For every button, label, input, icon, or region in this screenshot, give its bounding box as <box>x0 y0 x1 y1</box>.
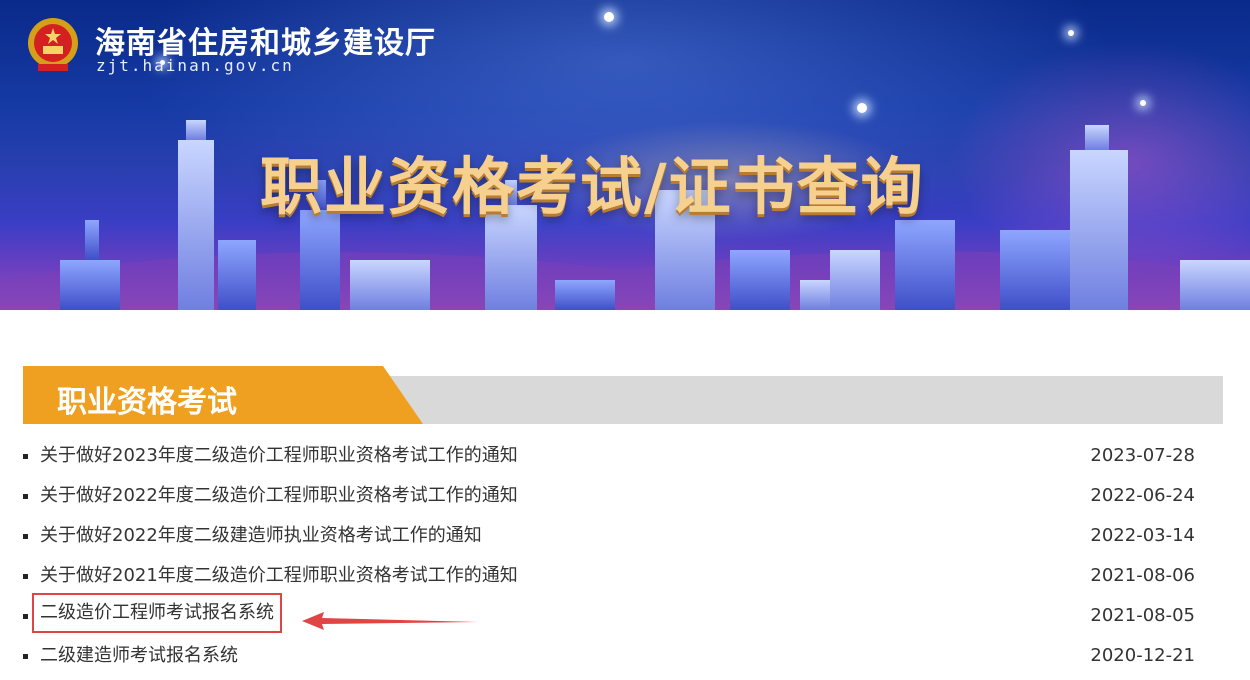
list-item: 关于做好2022年度二级造价工程师职业资格考试工作的通知 2022-06-24 <box>23 476 1195 516</box>
notice-date: 2023-07-28 <box>1090 445 1195 466</box>
notice-date: 2022-06-24 <box>1090 485 1195 506</box>
bullet-icon <box>23 454 28 459</box>
banner-title: 职业资格考试/证书查询 <box>260 150 925 223</box>
light-dot <box>604 12 614 22</box>
exam-registration-link[interactable]: 二级造价工程师考试报名系统 <box>32 593 282 633</box>
section-header: 职业资格考试 <box>23 366 1223 424</box>
bullet-icon <box>23 654 28 659</box>
notice-date: 2021-08-05 <box>1090 605 1195 626</box>
notice-link[interactable]: 关于做好2022年度二级建造师执业资格考试工作的通知 <box>40 516 482 556</box>
light-dot <box>1068 30 1074 36</box>
light-dot <box>1140 100 1146 106</box>
header-banner: 海南省住房和城乡建设厅 zjt.hainan.gov.cn 职业资格考试/证书查… <box>0 0 1250 310</box>
list-item-highlighted: 二级造价工程师考试报名系统 2021-08-05 <box>23 593 1195 636</box>
notice-link[interactable]: 关于做好2022年度二级造价工程师职业资格考试工作的通知 <box>40 476 518 516</box>
notice-link[interactable]: 二级建造师考试报名系统 <box>40 636 238 676</box>
notice-date: 2022-03-14 <box>1090 525 1195 546</box>
bullet-icon <box>23 574 28 579</box>
bullet-icon <box>23 534 28 539</box>
list-item: 二级建造师考试报名系统 2020-12-21 <box>23 636 1195 676</box>
notice-date: 2020-12-21 <box>1090 645 1195 666</box>
bullet-icon <box>23 614 28 619</box>
site-domain: zjt.hainan.gov.cn <box>96 56 294 75</box>
section-title: 职业资格考试 <box>57 385 237 420</box>
notice-link[interactable]: 关于做好2021年度二级造价工程师职业资格考试工作的通知 <box>40 556 518 596</box>
bullet-icon <box>23 494 28 499</box>
notice-list: 关于做好2023年度二级造价工程师职业资格考试工作的通知 2023-07-28 … <box>23 436 1195 676</box>
list-item: 关于做好2021年度二级造价工程师职业资格考试工作的通知 2021-08-06 <box>23 556 1195 596</box>
notice-date: 2021-08-06 <box>1090 565 1195 586</box>
list-item: 关于做好2023年度二级造价工程师职业资格考试工作的通知 2023-07-28 <box>23 436 1195 476</box>
red-arrow-annotation-icon <box>302 612 478 630</box>
list-item: 关于做好2022年度二级建造师执业资格考试工作的通知 2022-03-14 <box>23 516 1195 556</box>
notice-link[interactable]: 关于做好2023年度二级造价工程师职业资格考试工作的通知 <box>40 436 518 476</box>
national-emblem-icon <box>28 18 78 71</box>
